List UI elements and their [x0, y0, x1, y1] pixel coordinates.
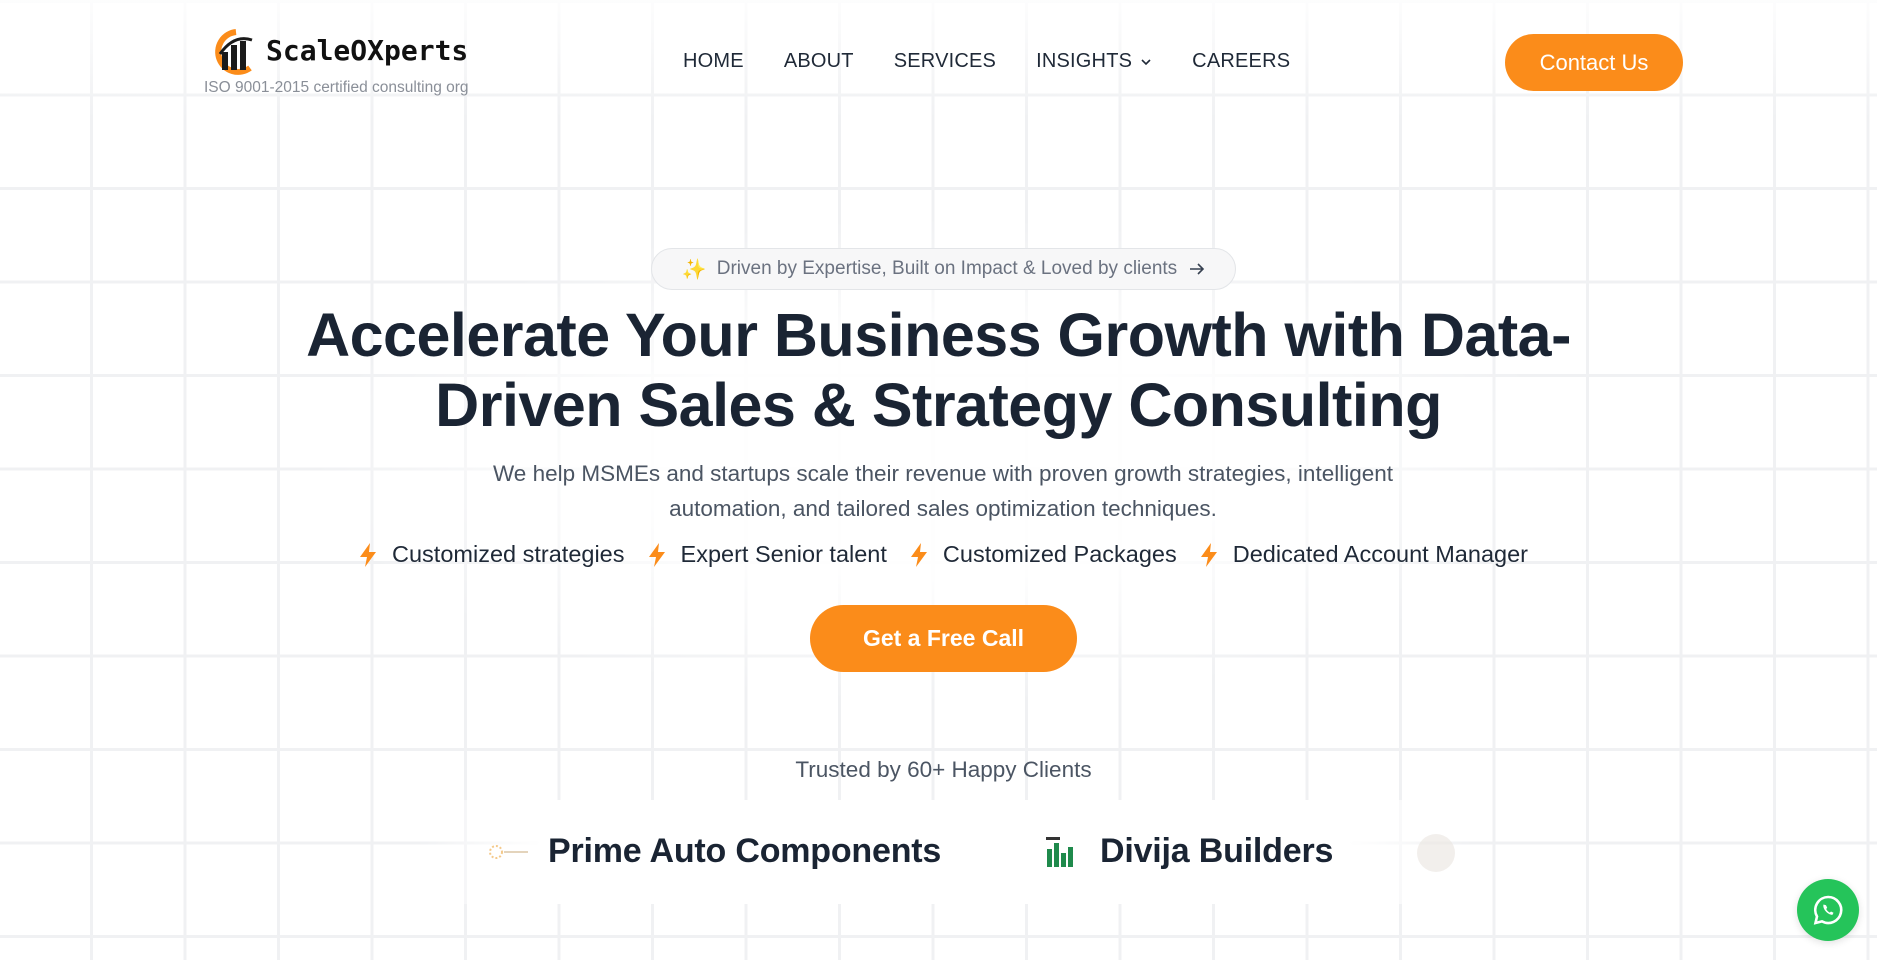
feature-item: Expert Senior talent — [647, 541, 887, 568]
lightning-bolt-icon — [910, 542, 927, 567]
feature-item: Customized Packages — [909, 541, 1177, 568]
nav-about[interactable]: ABOUT — [784, 50, 854, 73]
get-free-call-button[interactable]: Get a Free Call — [810, 605, 1077, 672]
trusted-heading: Trusted by 60+ Happy Clients — [795, 757, 1092, 782]
nav-careers[interactable]: CAREERS — [1192, 50, 1290, 73]
lightning-bolt-icon — [648, 542, 665, 567]
hero-subtext-line2: automation, and tailored sales optimizat… — [669, 496, 1217, 521]
nav-home[interactable]: HOME — [683, 50, 744, 73]
chevron-down-icon — [1141, 58, 1151, 65]
lightning-bolt-icon — [1200, 542, 1217, 567]
feature-label: Customized Packages — [942, 541, 1177, 567]
faded-client-logo-icon — [1417, 834, 1455, 872]
whatsapp-chat-button[interactable] — [1797, 879, 1859, 941]
logo-tagline: ISO 9001-2015 certified consulting org — [204, 79, 469, 96]
main-nav: HOME ABOUT SERVICES INSIGHTS CAREERS — [683, 50, 1290, 73]
lightning-bolt-icon — [360, 542, 377, 567]
hero-headline-line2: Driven Sales & Strategy Consulting — [435, 371, 1442, 439]
client-logo-prime-auto: Prime Auto Components — [488, 832, 941, 871]
logo-text: ScaleOXperts — [266, 33, 469, 67]
arrow-right-icon — [1190, 263, 1205, 275]
feature-list: Customized strategies Expert Senior tale… — [320, 541, 1566, 568]
feature-label: Expert Senior talent — [680, 541, 887, 567]
nav-services[interactable]: SERVICES — [894, 50, 996, 73]
feature-label: Dedicated Account Manager — [1232, 541, 1528, 567]
gear-logo-icon — [489, 844, 528, 859]
client-name: Divija Builders — [1100, 832, 1334, 870]
nav-careers-label: CAREERS — [1192, 50, 1291, 72]
contact-us-button[interactable]: Contact Us — [1505, 34, 1683, 91]
feature-item: Customized strategies — [358, 541, 625, 568]
client-name: Prime Auto Components — [548, 832, 942, 870]
hero-subtext: We help MSMEs and startups scale their r… — [440, 456, 1446, 526]
whatsapp-icon — [1813, 895, 1843, 925]
hero-headline-line1: Accelerate Your Business Growth with Dat… — [306, 301, 1571, 369]
feature-label: Customized strategies — [392, 541, 625, 567]
logo-mark-icon — [215, 29, 253, 75]
nav-services-label: SERVICES — [893, 50, 997, 72]
nav-insights[interactable]: INSIGHTS — [1036, 50, 1152, 73]
logo[interactable]: ScaleOXperts — [206, 28, 468, 76]
hero-subtext-line1: We help MSMEs and startups scale their r… — [492, 461, 1394, 486]
sparkles-icon: ✨ — [681, 258, 707, 281]
nav-about-label: ABOUT — [783, 50, 854, 72]
feature-item: Dedicated Account Manager — [1199, 541, 1528, 568]
hero-headline: Accelerate Your Business Growth with Dat… — [280, 300, 1597, 440]
tagline-pill-text: Driven by Expertise, Built on Impact & L… — [716, 258, 1178, 279]
building-logo-icon — [1046, 836, 1073, 867]
nav-home-label: HOME — [683, 50, 744, 72]
tagline-pill[interactable]: ✨ Driven by Expertise, Built on Impact &… — [651, 248, 1236, 290]
client-logo-divija: Divija Builders — [1044, 832, 1333, 871]
nav-insights-label: INSIGHTS — [1036, 50, 1133, 72]
